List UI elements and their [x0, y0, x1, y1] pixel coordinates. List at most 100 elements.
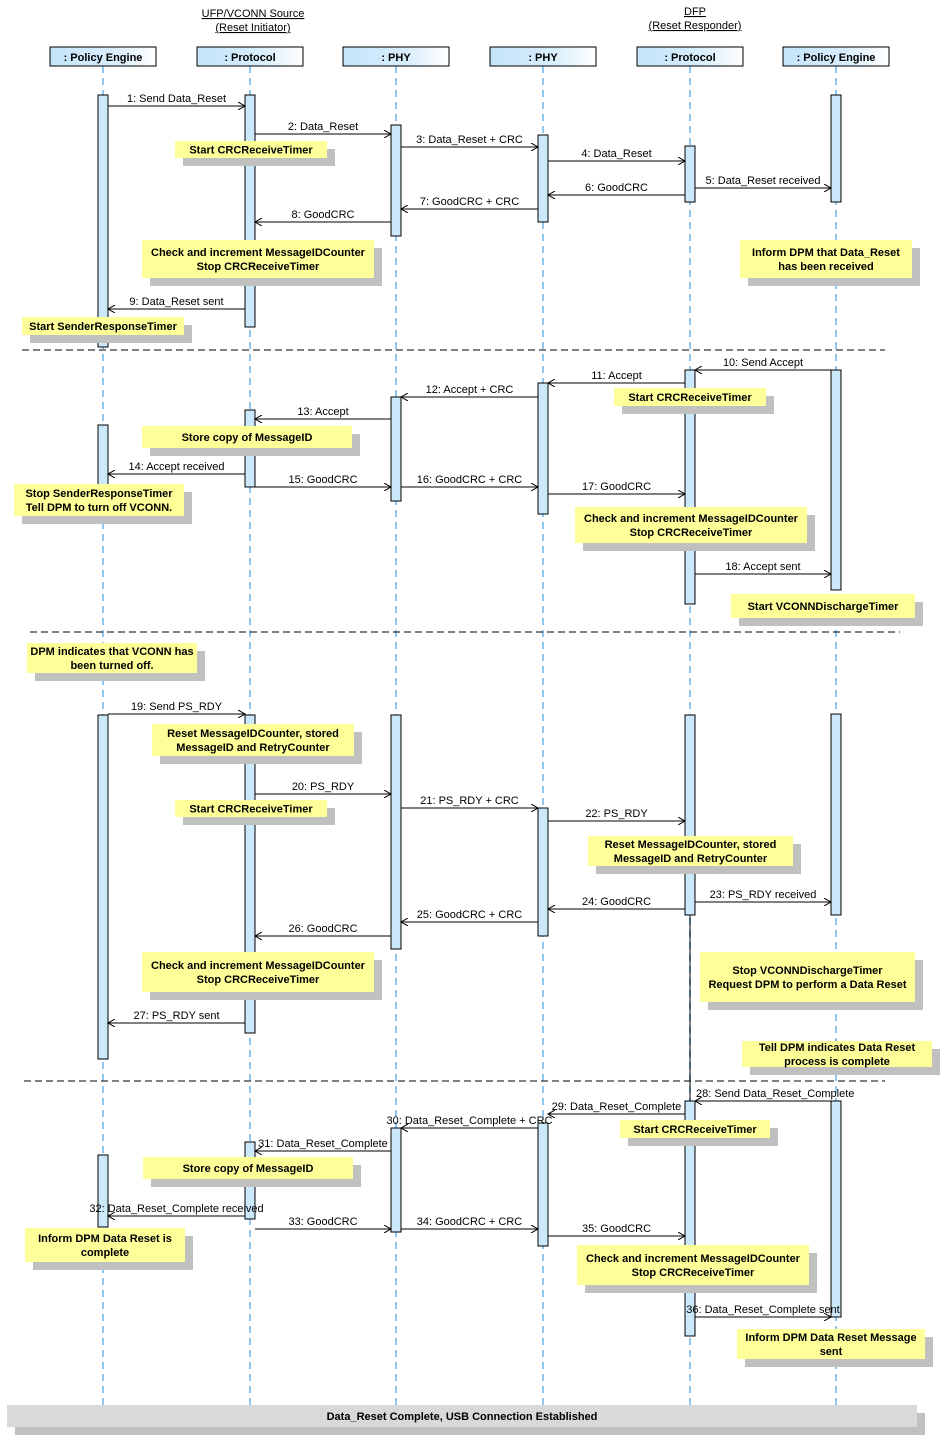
- note-text: Stop CRCReceiveTimer: [197, 974, 320, 986]
- message-label: 27: PS_RDY sent: [133, 1010, 219, 1022]
- note-text: Check and increment MessageIDCounter: [151, 247, 366, 259]
- activation-bar: [390, 396, 402, 502]
- message-label: 16: GoodCRC + CRC: [417, 474, 523, 486]
- activation-bar: [537, 134, 549, 223]
- note-text: Stop CRCReceiveTimer: [197, 261, 320, 273]
- note-text: Check and increment MessageIDCounter: [151, 960, 366, 972]
- activation-bar: [684, 714, 696, 916]
- note-text: Stop CRCReceiveTimer: [630, 527, 753, 539]
- message-label: 3: Data_Reset + CRC: [416, 134, 523, 146]
- note: [142, 952, 374, 992]
- activation-bar: [390, 124, 402, 237]
- message-label: 29: Data_Reset_Complete: [552, 1101, 682, 1113]
- note-text: Store copy of MessageID: [183, 1163, 314, 1175]
- note-text: Stop VCONNDischargeTimer: [732, 965, 883, 977]
- note-text: Reset MessageIDCounter, stored: [167, 728, 339, 740]
- activation-bar: [830, 1100, 842, 1318]
- message-label: 34: GoodCRC + CRC: [417, 1216, 523, 1228]
- activation-bar: [390, 714, 402, 950]
- diagram-canvas: UFP/VCONN Source (Reset Initiator) DFP (Res…: [7, 6, 940, 1435]
- note: [577, 1245, 809, 1285]
- note-text: Start CRCReceiveTimer: [189, 804, 313, 816]
- message-label: 36: Data_Reset_Complete sent: [686, 1304, 839, 1316]
- note-text: Check and increment MessageIDCounter: [584, 513, 799, 525]
- message-label: 4: Data_Reset: [581, 148, 651, 160]
- message-label: 31: Data_Reset_Complete: [258, 1138, 388, 1150]
- message-label: 24: GoodCRC: [582, 896, 651, 908]
- message-label: 33: GoodCRC: [288, 1216, 357, 1228]
- activation-bar: [97, 714, 109, 1060]
- note-text: been turned off.: [70, 660, 153, 672]
- message-label: 1: Send Data_Reset: [127, 93, 226, 105]
- note-text: Stop SenderResponseTimer: [25, 488, 173, 500]
- note-text: MessageID and RetryCounter: [614, 853, 768, 865]
- message-label: 7: GoodCRC + CRC: [420, 196, 519, 208]
- note-text: process is complete: [784, 1056, 890, 1068]
- note-text: sent: [820, 1346, 843, 1358]
- note-text: Inform DPM that Data_Reset: [752, 247, 900, 259]
- group-subtitle: (Reset Responder): [649, 20, 742, 32]
- note: [700, 952, 915, 1002]
- note-text: Check and increment MessageIDCounter: [586, 1253, 801, 1265]
- message-label: 22: PS_RDY: [585, 808, 648, 820]
- activation-bar: [97, 1154, 109, 1228]
- lifeline-label: : PHY: [528, 52, 558, 64]
- message-label: 12: Accept + CRC: [426, 384, 514, 396]
- group-title: DFP: [684, 6, 706, 18]
- note-text: Start CRCReceiveTimer: [189, 145, 313, 157]
- note-text: Stop CRCReceiveTimer: [632, 1267, 755, 1279]
- note-text: complete: [81, 1247, 129, 1259]
- note-text: Start CRCReceiveTimer: [628, 392, 752, 404]
- message-label: 5: Data_Reset received: [706, 175, 821, 187]
- message-label: 28: Send Data_Reset_Complete: [696, 1088, 854, 1100]
- note-text: Start SenderResponseTimer: [29, 321, 177, 333]
- message-label: 18: Accept sent: [725, 561, 800, 573]
- message-label: 13: Accept: [297, 406, 348, 418]
- activation-bar: [684, 145, 696, 203]
- footer-text: Data_Reset Complete, USB Connection Esta…: [327, 1411, 598, 1423]
- note-text: Tell DPM to turn off VCONN.: [26, 502, 172, 514]
- group-subtitle: (Reset Initiator): [215, 22, 290, 34]
- activation-bar: [537, 1122, 549, 1247]
- group-title: UFP/VCONN Source: [202, 8, 305, 20]
- note-text: Store copy of MessageID: [182, 432, 313, 444]
- note-text: DPM indicates that VCONN has: [30, 646, 193, 658]
- note-text: Tell DPM indicates Data Reset: [759, 1042, 916, 1054]
- activation-bar: [97, 94, 109, 348]
- activation-bar: [390, 1127, 402, 1233]
- note-text: MessageID and RetryCounter: [176, 742, 330, 754]
- message-label: 20: PS_RDY: [292, 781, 355, 793]
- message-label: 10: Send Accept: [723, 357, 803, 369]
- message-label: 32: Data_Reset_Complete received: [89, 1203, 263, 1215]
- note-text: Inform DPM Data Reset is: [38, 1233, 172, 1245]
- lifeline-label: : Policy Engine: [797, 52, 876, 64]
- note-text: Start VCONNDischargeTimer: [748, 601, 900, 613]
- lifeline-label: : Protocol: [224, 52, 275, 64]
- message-label: 19: Send PS_RDY: [131, 701, 223, 713]
- message-label: 6: GoodCRC: [585, 182, 648, 194]
- message-label: 15: GoodCRC: [288, 474, 357, 486]
- lifeline-label: : Protocol: [664, 52, 715, 64]
- message-label: 23: PS_RDY received: [710, 889, 817, 901]
- activation-bar: [830, 369, 842, 591]
- lifeline-label: : PHY: [381, 52, 411, 64]
- message-label: 17: GoodCRC: [582, 481, 651, 493]
- note-text: has been received: [778, 261, 873, 273]
- note-text: Inform DPM Data Reset Message: [745, 1332, 916, 1344]
- note-text: Request DPM to perform a Data Reset: [708, 979, 906, 991]
- lifeline-label: : Policy Engine: [64, 52, 143, 64]
- note-text: Start CRCReceiveTimer: [633, 1124, 757, 1136]
- activation-bar: [537, 382, 549, 515]
- activation-bar: [537, 807, 549, 937]
- message-label: 25: GoodCRC + CRC: [417, 909, 523, 921]
- message-label: 11: Accept: [591, 370, 642, 382]
- message-label: 9: Data_Reset sent: [129, 296, 223, 308]
- message-label: 26: GoodCRC: [288, 923, 357, 935]
- message-label: 35: GoodCRC: [582, 1223, 651, 1235]
- message-label: 2: Data_Reset: [288, 121, 358, 133]
- sequence-diagram: UFP/VCONN Source (Reset Initiator) DFP (Res…: [0, 0, 945, 1439]
- message-label: 8: GoodCRC: [292, 209, 355, 221]
- message-label: 30: Data_Reset_Complete + CRC: [387, 1115, 553, 1127]
- activation-bar: [830, 713, 842, 916]
- activation-bar: [830, 94, 842, 203]
